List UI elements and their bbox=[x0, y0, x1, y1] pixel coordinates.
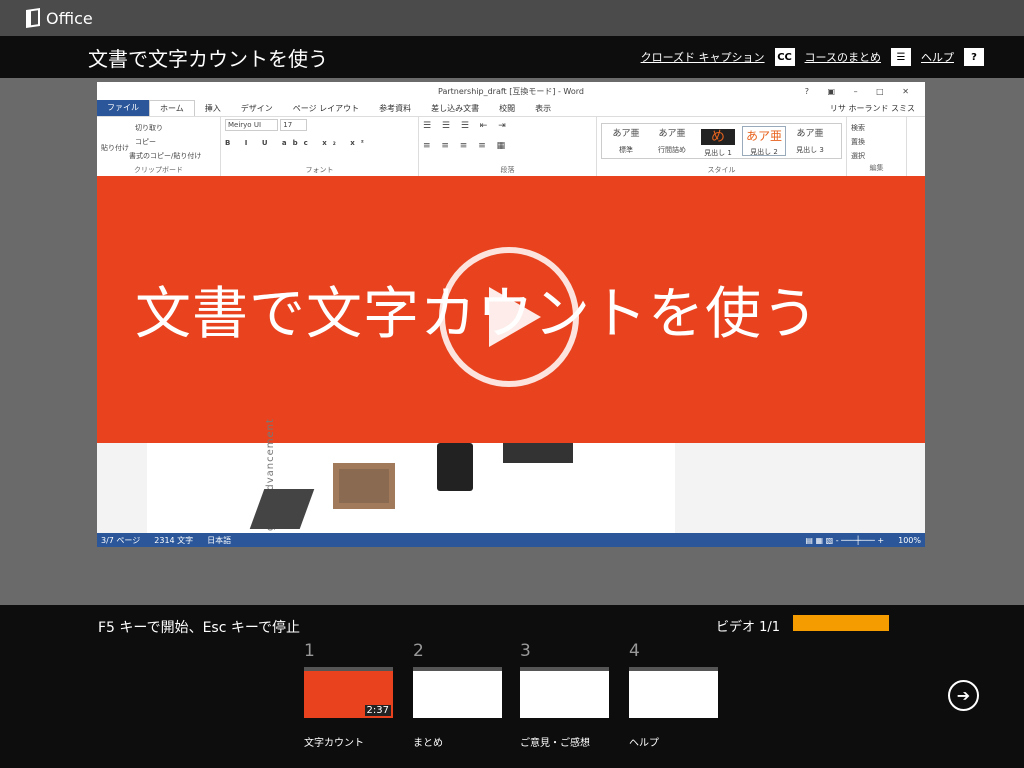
word-status-bar: 3/7 ページ 2314 文字 日本語 ▤ ▦ ▧ - ───┼─── + 10… bbox=[97, 533, 925, 547]
course-summary-link[interactable]: コースのまとめ ☰ bbox=[805, 48, 911, 66]
tab-design: デザイン bbox=[240, 103, 273, 113]
style-name: 見出し 3 bbox=[796, 146, 824, 154]
style-normal: あア亜 標準 bbox=[604, 126, 648, 156]
find-label: 検索 bbox=[851, 124, 865, 132]
zoom-slider: ▤ ▦ ▧ - ───┼─── + bbox=[805, 535, 885, 545]
help-icon: ? bbox=[964, 48, 984, 66]
style-heading1: め見出し 1 bbox=[696, 126, 740, 157]
chapter-label: ご意見・ご感想 bbox=[520, 738, 590, 749]
replace-label: 置換 bbox=[851, 138, 865, 146]
document-page: gical Advancement bbox=[147, 418, 675, 533]
chapter-number: 3 bbox=[520, 641, 531, 661]
font-size: 17 bbox=[280, 119, 308, 131]
title-bar: 文書で文字カウントを使う クローズド キャプション CC コースのまとめ ☰ ヘルプ… bbox=[0, 36, 1024, 78]
chapter-thumb-2[interactable]: 2 まとめ bbox=[413, 641, 503, 749]
clipboard-group-label: クリップボード bbox=[134, 166, 183, 174]
page-count: 3/7 ページ bbox=[101, 535, 141, 545]
tab-file: ファイル bbox=[97, 100, 149, 116]
word-tabs: ファイル ホーム 挿入 デザイン ページ レイアウト 参考資料 差し込み文書 校… bbox=[97, 100, 925, 116]
help-label: ヘルプ bbox=[921, 51, 954, 64]
paragraph-group-label: 段落 bbox=[500, 166, 515, 174]
format-painter-label: 書式のコピー/貼り付け bbox=[129, 152, 202, 160]
tab-view: 表示 bbox=[535, 103, 552, 113]
style-name: 行間詰め bbox=[658, 146, 686, 154]
edit-group-label: 編集 bbox=[869, 164, 884, 172]
copy-label: コピー bbox=[135, 138, 156, 146]
office-icon bbox=[26, 8, 40, 28]
bottom-panel: F5 キーで開始、Esc キーで停止 ビデオ 1/1 1 2:37 文字カウント… bbox=[0, 605, 1024, 768]
font-group-label: フォント bbox=[305, 166, 334, 174]
document-area: gical Advancement bbox=[97, 418, 925, 533]
progress-bar bbox=[793, 615, 889, 631]
tab-review: 校閲 bbox=[499, 103, 516, 113]
tab-mailings: 差し込み文書 bbox=[431, 103, 480, 113]
chapter-thumbnail bbox=[413, 667, 502, 718]
styles-group-label: スタイル bbox=[707, 166, 736, 174]
style-name: 標準 bbox=[619, 146, 633, 154]
chapter-number: 1 bbox=[304, 641, 315, 661]
video-player[interactable]: Partnership_draft [互換モード] - Word ? ▣ – □ … bbox=[97, 82, 925, 547]
office-logo: Office bbox=[26, 8, 93, 28]
tab-references: 参考資料 bbox=[379, 103, 412, 113]
page-title: 文書で文字カウントを使う bbox=[88, 46, 328, 71]
window-controls: ? ▣ – □ ✕ bbox=[804, 86, 917, 96]
chapter-label: 文字カウント bbox=[304, 738, 364, 749]
font-format-buttons: B I U abc x₂ x² bbox=[225, 139, 370, 147]
style-sample: め bbox=[701, 129, 735, 145]
chapter-thumbnail bbox=[520, 667, 609, 718]
word-count: 2314 文字 bbox=[154, 535, 194, 545]
font-name: Meiryo UI bbox=[225, 119, 279, 131]
chapter-thumb-3[interactable]: 3 ご意見・ご感想 bbox=[520, 641, 610, 749]
chapter-thumb-4[interactable]: 4 ヘルプ bbox=[629, 641, 719, 749]
style-sample: あア亜 bbox=[796, 129, 824, 139]
chapter-number: 2 bbox=[413, 641, 424, 661]
style-heading2: あア亜見出し 2 bbox=[742, 126, 786, 156]
chapter-thumb-1[interactable]: 1 2:37 文字カウント bbox=[304, 641, 394, 749]
style-sample: あア亜 bbox=[658, 129, 686, 139]
paste-label: 貼り付け bbox=[101, 144, 129, 152]
tv-image bbox=[333, 463, 395, 509]
closed-captions-link[interactable]: クローズド キャプション CC bbox=[641, 48, 795, 66]
duration-badge: 2:37 bbox=[364, 705, 391, 716]
video-counter: ビデオ 1/1 bbox=[716, 620, 781, 635]
tab-layout: ページ レイアウト bbox=[292, 103, 360, 113]
word-titlebar: Partnership_draft [互換モード] - Word ? ▣ – □ … bbox=[97, 82, 925, 100]
cut-label: 切り取り bbox=[135, 124, 163, 132]
speaker-image bbox=[437, 443, 473, 491]
course-summary-label: コースのまとめ bbox=[804, 51, 881, 64]
ribbon: 貼り付け 切り取り コピー 書式のコピー/貼り付け クリップボード Meiryo… bbox=[97, 116, 925, 176]
monitor-image bbox=[503, 443, 573, 463]
chapter-thumbnail: 2:37 bbox=[304, 667, 393, 718]
style-name: 見出し 1 bbox=[704, 149, 732, 157]
language: 日本語 bbox=[207, 535, 232, 545]
tab-insert: 挿入 bbox=[204, 103, 221, 113]
app-name: Office bbox=[46, 8, 93, 28]
cc-icon: CC bbox=[774, 48, 795, 66]
next-arrow-icon[interactable]: ➔ bbox=[948, 680, 979, 711]
style-no-spacing: あア亜 行間詰め bbox=[650, 126, 694, 156]
keyboard-hint: F5 キーで開始、Esc キーで停止 bbox=[98, 620, 301, 636]
tab-home: ホーム bbox=[149, 100, 195, 116]
user-name: リサ ホーランド スミス bbox=[829, 103, 915, 113]
record-player-image bbox=[249, 489, 315, 529]
style-sample: あア亜 bbox=[745, 129, 782, 143]
play-button[interactable] bbox=[439, 247, 579, 387]
top-bar: Office bbox=[0, 0, 1024, 36]
closed-captions-label: クローズド キャプション bbox=[640, 51, 765, 64]
summary-icon: ☰ bbox=[891, 48, 911, 66]
word-title: Partnership_draft [互換モード] - Word bbox=[437, 86, 584, 96]
style-name: 見出し 2 bbox=[750, 148, 778, 156]
help-link[interactable]: ヘルプ? bbox=[921, 48, 984, 66]
style-heading3: あア亜見出し 3 bbox=[788, 126, 832, 156]
chapter-label: まとめ bbox=[413, 738, 443, 749]
zoom-level: 100% bbox=[898, 535, 921, 545]
chapter-label: ヘルプ bbox=[629, 738, 659, 749]
chapter-thumbnail bbox=[629, 667, 718, 718]
chapter-number: 4 bbox=[629, 641, 640, 661]
paragraph-buttons: ☰ ☰ ☰ ⇤ ⇥ ≡ ≡ ≡ ≡ ▦ bbox=[423, 121, 510, 151]
style-sample: あア亜 bbox=[612, 129, 640, 139]
